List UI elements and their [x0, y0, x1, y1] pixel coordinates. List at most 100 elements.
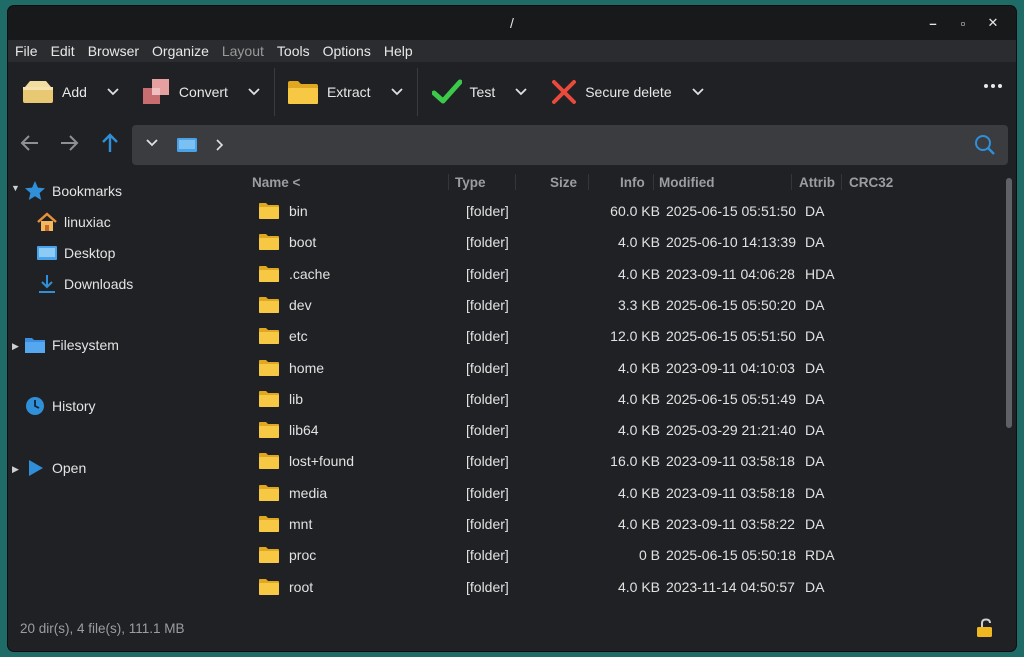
cell-name: etc [289, 328, 308, 345]
secure-delete-button[interactable]: Secure delete [529, 62, 705, 122]
column-crc32[interactable]: CRC32 [849, 175, 893, 190]
chevron-down-icon[interactable] [691, 85, 706, 99]
sidebar-item-downloads[interactable]: Downloads [36, 273, 133, 295]
folder-icon [259, 296, 279, 313]
unlocked-lock-icon[interactable] [976, 618, 994, 638]
sidebar-item-home[interactable]: linuxiac [36, 211, 111, 233]
column-separator[interactable] [588, 174, 589, 190]
column-size[interactable]: Size [550, 175, 577, 190]
cell-modified: 2025-06-15 05:51:50 [666, 203, 796, 219]
folder-icon [259, 547, 279, 564]
sidebar-item-filesystem[interactable]: Filesystem [24, 334, 119, 356]
search-icon[interactable] [974, 134, 996, 156]
cell-modified: 2025-06-15 05:50:18 [666, 547, 796, 564]
file-list: Name < Type Size Info Modified Attrib CR… [240, 170, 1008, 604]
cell-type: [folder] [466, 422, 509, 439]
chevron-down-icon[interactable] [515, 85, 529, 99]
add-button[interactable]: Add [8, 62, 121, 122]
table-row[interactable]: etc [folder] 12.0 KB 2025-06-15 05:51:50 DA [240, 321, 1000, 352]
desktop-icon [36, 242, 58, 264]
column-modified[interactable]: Modified [659, 175, 715, 190]
maximize-button[interactable]: ▫ [948, 16, 978, 31]
cell-attrib: DA [805, 578, 825, 595]
sidebar-item-history[interactable]: History [24, 395, 96, 417]
cell-attrib: DA [805, 453, 825, 470]
forward-arrow-icon[interactable] [57, 131, 81, 155]
cell-size: 4.0 KB [617, 484, 660, 501]
scrollbar-thumb[interactable] [1006, 178, 1012, 428]
table-row[interactable]: mnt [folder] 4.0 KB 2023-09-11 03:58:22 DA [240, 509, 1000, 540]
menu-browser[interactable]: Browser [88, 43, 139, 59]
test-button[interactable]: Test [418, 62, 530, 122]
convert-icon [142, 79, 169, 104]
table-row[interactable]: home [folder] 4.0 KB 2023-09-11 04:10:03 DA [240, 353, 1000, 384]
minimize-button[interactable]: – [918, 16, 948, 31]
folder-icon [259, 265, 279, 282]
menu-tools[interactable]: Tools [277, 43, 310, 59]
column-separator[interactable] [841, 174, 842, 190]
cell-attrib: DA [805, 516, 825, 532]
sidebar-item-open[interactable]: Open [24, 457, 86, 479]
column-separator[interactable] [653, 174, 654, 190]
sidebar-item-bookmarks[interactable]: Bookmarks [24, 180, 122, 202]
cell-name: lib [289, 390, 304, 407]
table-row[interactable]: lib [folder] 4.0 KB 2025-06-15 05:51:49 DA [240, 384, 1000, 415]
cell-type: [folder] [466, 547, 509, 564]
checkmark-icon [431, 79, 462, 104]
table-row[interactable]: boot [folder] 4.0 KB 2025-06-10 14:13:39 DA [240, 227, 1000, 258]
cell-type: [folder] [466, 328, 509, 345]
menu-options[interactable]: Options [323, 43, 371, 59]
back-arrow-icon[interactable] [18, 131, 42, 155]
table-row[interactable]: lost+found [folder] 16.0 KB 2023-09-11 03:5… [240, 446, 1000, 477]
chevron-down-icon[interactable] [107, 85, 121, 99]
home-icon [36, 211, 58, 233]
cell-type: [folder] [466, 453, 509, 470]
menu-edit[interactable]: Edit [51, 43, 75, 59]
menu-file[interactable]: File [15, 43, 38, 59]
column-name[interactable]: Name < [252, 175, 300, 190]
window-title: / [510, 15, 514, 31]
table-row[interactable]: media [folder] 4.0 KB 2023-09-11 03:58:18 DA [240, 478, 1000, 509]
table-row[interactable]: .cache [folder] 4.0 KB 2023-09-11 04:06:28 H… [240, 259, 1000, 290]
download-icon [36, 273, 58, 295]
close-button[interactable]: ✕ [978, 15, 1008, 31]
cell-name: home [289, 359, 325, 376]
column-type[interactable]: Type [455, 175, 486, 190]
chevron-right-icon[interactable] [214, 137, 224, 153]
column-separator[interactable] [791, 174, 792, 190]
chevron-down-icon[interactable] [146, 138, 158, 148]
cell-size: 4.0 KB [617, 265, 660, 282]
convert-button[interactable]: Convert [121, 62, 262, 122]
menu-layout[interactable]: Layout [222, 43, 264, 59]
expand-arrow-icon[interactable]: ▶ [12, 341, 19, 352]
folder-icon [259, 453, 279, 470]
cell-name: mnt [289, 516, 313, 532]
column-attributes[interactable]: Attrib [799, 175, 839, 190]
menu-organize[interactable]: Organize [152, 43, 209, 59]
table-row[interactable]: root [folder] 4.0 KB 2023-11-14 04:50:57 DA [240, 572, 1000, 603]
convert-label: Convert [178, 84, 228, 100]
table-row[interactable]: bin [folder] 60.0 KB 2025-06-15 05:51:50 DA [240, 196, 1000, 227]
address-bar[interactable] [132, 125, 1008, 165]
cell-modified: 2023-09-11 04:10:03 [666, 359, 795, 376]
cell-type: [folder] [466, 484, 509, 501]
cell-name: bin [289, 203, 308, 219]
expand-arrow-icon[interactable]: ▶ [12, 464, 19, 475]
cell-attrib: DA [805, 422, 825, 439]
chevron-down-icon[interactable] [248, 85, 262, 99]
column-separator[interactable] [448, 174, 449, 190]
table-row[interactable]: lib64 [folder] 4.0 KB 2025-03-29 21:21:40 DA [240, 415, 1000, 446]
table-row[interactable]: dev [folder] 3.3 KB 2025-06-15 05:50:20 DA [240, 290, 1000, 321]
column-info[interactable]: Info [620, 175, 645, 190]
expand-arrow-icon[interactable]: ▼ [11, 183, 20, 193]
vertical-scrollbar[interactable] [1006, 178, 1012, 598]
column-separator[interactable] [515, 174, 516, 190]
history-icon [24, 395, 46, 417]
extract-button[interactable]: Extract [275, 62, 405, 122]
up-arrow-icon[interactable] [98, 131, 122, 155]
menu-help[interactable]: Help [384, 43, 413, 59]
more-options-icon[interactable] [981, 84, 1002, 88]
chevron-down-icon[interactable] [390, 85, 405, 99]
table-row[interactable]: proc [folder] 0 B 2025-06-15 05:50:18 RDA [240, 540, 1000, 571]
sidebar-item-desktop[interactable]: Desktop [36, 242, 115, 264]
